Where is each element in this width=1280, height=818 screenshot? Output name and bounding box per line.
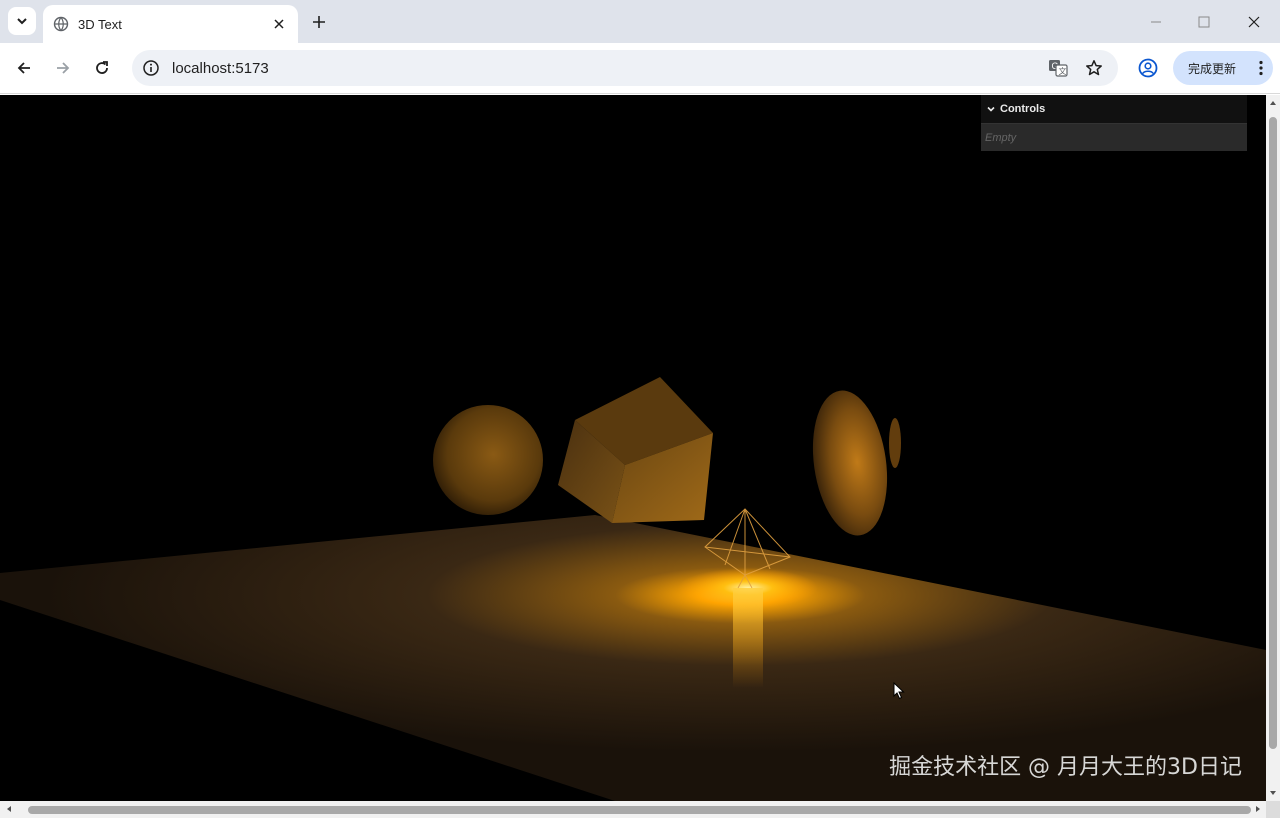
tab-search-button[interactable] xyxy=(8,7,36,35)
account-icon xyxy=(1138,58,1158,78)
webgl-canvas[interactable]: Controls Empty 掘金技术社区 @ 月月大王的3D日记 xyxy=(0,95,1266,801)
horizontal-scrollbar[interactable] xyxy=(0,801,1266,818)
update-button-label: 完成更新 xyxy=(1188,61,1237,76)
scroll-left-icon[interactable] xyxy=(5,805,13,813)
tab-title: 3D Text xyxy=(78,16,122,32)
torus-mesh xyxy=(812,390,888,536)
url-text: localhost:5173 xyxy=(172,59,269,77)
maximize-icon xyxy=(1198,16,1210,28)
globe-icon xyxy=(53,16,69,32)
vertical-scrollbar[interactable] xyxy=(1266,95,1280,801)
tab-strip: 3D Text xyxy=(0,0,1280,43)
scene-render xyxy=(0,377,1266,801)
arrow-left-icon xyxy=(17,62,30,74)
tab-close-button[interactable] xyxy=(270,15,288,33)
watermark: 掘金技术社区 @ 月月大王的3D日记 xyxy=(889,755,1242,780)
new-tab-button[interactable] xyxy=(306,9,332,35)
reload-button[interactable] xyxy=(89,55,115,81)
controls-title-bar[interactable]: Controls xyxy=(981,95,1247,123)
browser-toolbar: localhost:5173 G文 完成更新 xyxy=(0,43,1280,94)
mouse-cursor-icon xyxy=(893,682,905,700)
controls-panel: Controls Empty xyxy=(981,95,1247,151)
info-icon[interactable] xyxy=(142,59,160,77)
window-close-button[interactable] xyxy=(1241,9,1267,35)
spotlight-streak xyxy=(733,588,763,688)
translate-icon: G文 xyxy=(1049,60,1068,77)
close-icon xyxy=(1248,16,1260,28)
torus-inner-edge xyxy=(889,418,901,468)
forward-button[interactable] xyxy=(50,55,76,81)
vertical-scroll-thumb[interactable] xyxy=(1269,117,1277,749)
scroll-down-icon[interactable] xyxy=(1269,789,1277,797)
reload-icon xyxy=(96,61,108,74)
back-button[interactable] xyxy=(11,55,37,81)
translate-button[interactable]: G文 xyxy=(1045,55,1071,81)
chevron-down-icon xyxy=(17,18,27,25)
svg-text:文: 文 xyxy=(1059,66,1067,76)
minimize-icon xyxy=(1151,21,1161,23)
star-icon xyxy=(1086,60,1102,76)
minimize-button[interactable] xyxy=(1143,9,1169,35)
maximize-button[interactable] xyxy=(1191,9,1217,35)
sphere-mesh xyxy=(433,405,543,515)
controls-empty-label: Empty xyxy=(981,123,1247,151)
bookmark-button[interactable] xyxy=(1081,55,1107,81)
close-icon xyxy=(274,19,284,29)
horizontal-scroll-thumb[interactable] xyxy=(28,806,1251,814)
address-bar[interactable]: localhost:5173 G文 xyxy=(132,50,1118,86)
tab-3d-text[interactable]: 3D Text xyxy=(43,5,298,43)
scrollbar-corner xyxy=(1266,801,1280,818)
more-vert-icon xyxy=(1259,60,1263,76)
arrow-right-icon xyxy=(57,62,70,74)
controls-title: Controls xyxy=(1000,103,1046,115)
chevron-down-icon xyxy=(987,106,995,112)
scroll-right-icon[interactable] xyxy=(1254,805,1262,813)
scroll-up-icon[interactable] xyxy=(1269,99,1277,107)
update-button[interactable]: 完成更新 xyxy=(1173,51,1273,85)
plus-icon xyxy=(313,16,325,28)
profile-button[interactable] xyxy=(1135,55,1161,81)
